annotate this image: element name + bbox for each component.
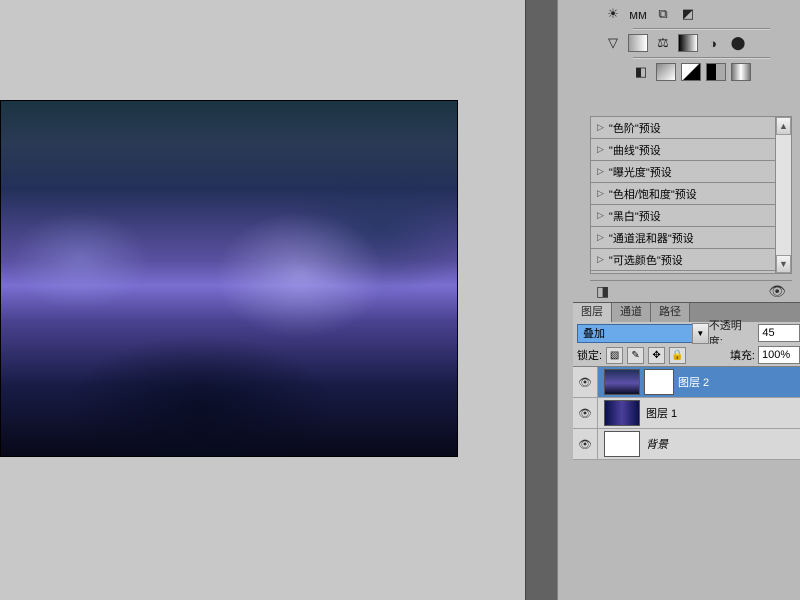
lock-transparent-icon[interactable]: ▧: [606, 347, 623, 364]
document-canvas[interactable]: [0, 100, 458, 457]
preset-item[interactable]: ▷ "色阶"预设: [591, 117, 775, 139]
preset-list: ▷ "色阶"预设 ▷ "曲线"预设 ▷ "曝光度"预设 ▷ "色相/饱和度"预设 ▷ "黑白"预设…: [591, 117, 776, 273]
lock-row: 锁定: ▧ ✎ ✥ 🔒 填充: 100%: [573, 344, 800, 367]
expand-icon[interactable]: ▷: [597, 232, 604, 243]
photofilter-icon[interactable]: [678, 34, 698, 52]
adjustments-row-1: ☀ ᴍᴍ ⧉ ◩: [603, 5, 800, 23]
preset-item[interactable]: ▷ "曝光度"预设: [591, 161, 775, 183]
adjustments-row-2: ▽ ⚖ ◑ ⬤: [603, 34, 800, 52]
posterize-icon[interactable]: [628, 34, 648, 52]
expand-icon[interactable]: ▷: [597, 122, 604, 133]
preset-item[interactable]: ▷ "色相/饱和度"预设: [591, 183, 775, 205]
expand-icon[interactable]: ▷: [597, 144, 604, 155]
tab-channels[interactable]: 通道: [612, 303, 651, 323]
adjustments-row-3: ◧: [603, 63, 800, 81]
exposure-icon[interactable]: ◩: [678, 5, 698, 23]
blend-mode-dropdown-icon[interactable]: ▼: [692, 323, 709, 344]
layer-row[interactable]: 👁 背景: [573, 429, 800, 460]
canvas-area: [0, 0, 525, 600]
gradient3-icon[interactable]: [706, 63, 726, 81]
invert-icon[interactable]: ◧: [631, 63, 651, 81]
layers-list: 👁 图层 2 👁 图层 1 👁 背景: [573, 366, 800, 460]
lock-pixels-icon[interactable]: ✎: [627, 347, 644, 364]
visibility-icon[interactable]: 👁: [573, 367, 598, 397]
expand-icon[interactable]: ▷: [597, 254, 604, 265]
panel-toolbar: ◨ 👁: [590, 280, 792, 301]
preset-label: "曲线"预设: [609, 142, 661, 158]
panel-dock: [525, 0, 558, 600]
blend-row: 叠加 ▼ 不透明度: 45: [573, 322, 800, 345]
layer-name[interactable]: 图层 2: [678, 374, 709, 390]
preset-scrollbar[interactable]: ▲ ▼: [776, 117, 791, 273]
balance-icon[interactable]: ⚖: [653, 34, 673, 52]
preset-item[interactable]: ▷ "黑白"预设: [591, 205, 775, 227]
layer-thumbnail[interactable]: [604, 431, 640, 457]
lock-label: 锁定:: [577, 347, 602, 363]
levels-icon[interactable]: ᴍᴍ: [628, 5, 648, 23]
preset-item[interactable]: ▷ "可选颜色"预设: [591, 249, 775, 271]
separator: [633, 28, 770, 30]
mask-thumbnail[interactable]: [644, 369, 674, 395]
selective-icon[interactable]: ⬤: [728, 34, 748, 52]
layer-name[interactable]: 背景: [646, 436, 668, 452]
lock-all-icon[interactable]: 🔒: [669, 347, 686, 364]
right-panels: ☀ ᴍᴍ ⧉ ◩ ▽ ⚖ ◑ ⬤ ◧ ▷ "色阶"预设 ▷ "曲线"预设 ▷ "曝光度"预…: [557, 0, 800, 600]
lock-position-icon[interactable]: ✥: [648, 347, 665, 364]
tab-layers[interactable]: 图层: [573, 303, 612, 323]
layer-row[interactable]: 👁 图层 1: [573, 398, 800, 429]
fill-label: 填充:: [730, 347, 755, 363]
preset-item[interactable]: ▷ "曲线"预设: [591, 139, 775, 161]
visibility-icon[interactable]: 👁: [573, 398, 598, 428]
scroll-down-icon[interactable]: ▼: [776, 255, 791, 273]
expand-icon[interactable]: ▷: [597, 166, 604, 177]
panel-tabs: 图层 通道 路径: [573, 302, 800, 322]
layer-name[interactable]: 图层 1: [646, 405, 677, 421]
gradient4-icon[interactable]: [731, 63, 751, 81]
separator: [633, 57, 770, 59]
scroll-track[interactable]: [776, 135, 791, 255]
tab-paths[interactable]: 路径: [651, 303, 690, 323]
visibility-icon[interactable]: 👁: [573, 429, 598, 459]
preset-label: "通道混和器"预设: [609, 230, 694, 246]
scroll-up-icon[interactable]: ▲: [776, 117, 791, 135]
toggle-clip-icon[interactable]: ◨: [596, 283, 609, 300]
variations-icon[interactable]: ▽: [603, 34, 623, 52]
curves-icon[interactable]: ⧉: [653, 5, 673, 23]
expand-icon[interactable]: ▷: [597, 188, 604, 199]
expand-icon[interactable]: ▷: [597, 210, 604, 221]
gradient1-icon[interactable]: [656, 63, 676, 81]
preset-list-box: ▷ "色阶"预设 ▷ "曲线"预设 ▷ "曝光度"预设 ▷ "色相/饱和度"预设 ▷ "黑白"预设…: [590, 116, 792, 274]
preset-label: "可选颜色"预设: [609, 252, 683, 268]
fill-field[interactable]: 100%: [758, 346, 800, 364]
preset-label: "色阶"预设: [609, 120, 661, 136]
preset-label: "黑白"预设: [609, 208, 661, 224]
layer-thumbnail[interactable]: [604, 369, 640, 395]
gradient2-icon[interactable]: [681, 63, 701, 81]
panel-menu-icon[interactable]: 👁: [768, 283, 786, 300]
preset-item[interactable]: ▷ "通道混和器"预设: [591, 227, 775, 249]
brightness-icon[interactable]: ☀: [603, 5, 623, 23]
adjustments-panel: ☀ ᴍᴍ ⧉ ◩ ▽ ⚖ ◑ ⬤ ◧: [558, 5, 800, 86]
blend-mode-select[interactable]: 叠加: [577, 324, 693, 343]
channelmixer-icon[interactable]: ◑: [703, 34, 723, 52]
preset-label: "曝光度"预设: [609, 164, 672, 180]
layer-row[interactable]: 👁 图层 2: [573, 367, 800, 398]
layer-thumbnail[interactable]: [604, 400, 640, 426]
preset-label: "色相/饱和度"预设: [609, 186, 697, 202]
opacity-field[interactable]: 45: [758, 324, 800, 342]
